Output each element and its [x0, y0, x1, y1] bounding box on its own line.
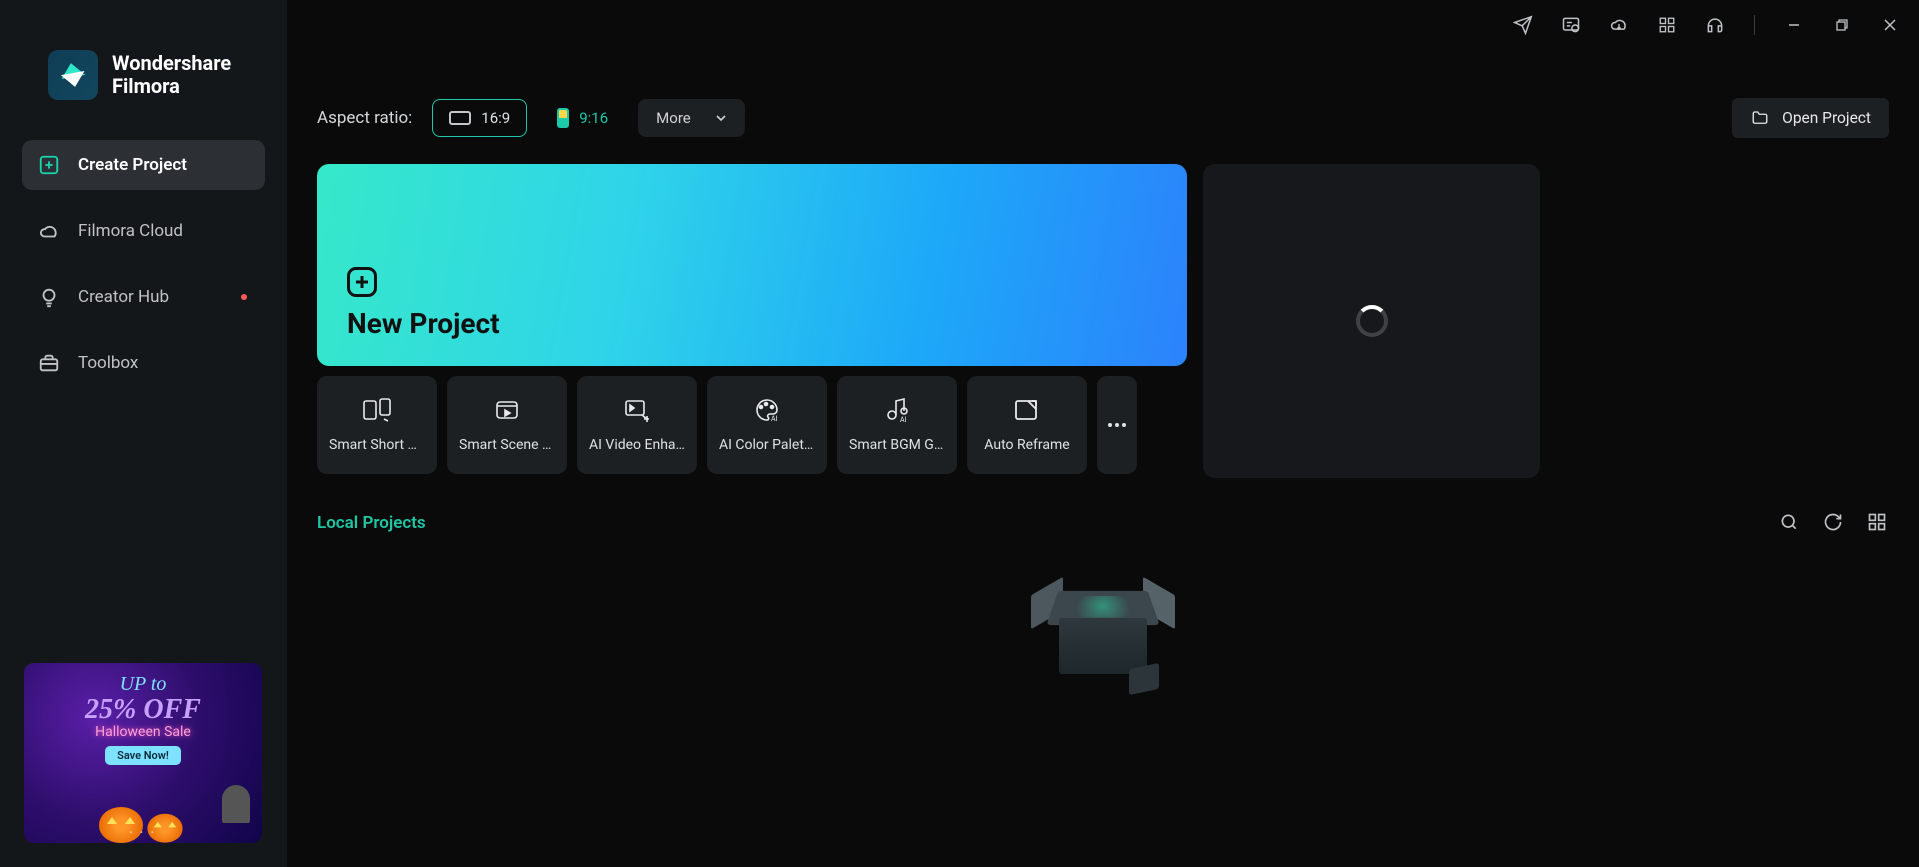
- promo-line3: Halloween Sale: [95, 724, 191, 740]
- app-logo: Wondershare Filmora: [0, 50, 287, 100]
- open-project-label: Open Project: [1782, 109, 1871, 127]
- local-projects-header: Local Projects: [317, 512, 1889, 534]
- scene-cut-icon: [492, 397, 522, 425]
- more-horizontal-icon: [1107, 422, 1127, 428]
- sidebar-item-label: Toolbox: [78, 353, 138, 373]
- folder-icon: [1750, 109, 1770, 127]
- window-minimize-button[interactable]: [1783, 14, 1805, 36]
- aspect-ratio-value: 9:16: [579, 109, 608, 127]
- tool-smart-short-clips[interactable]: Smart Short Cli...: [317, 376, 437, 474]
- lightbulb-icon: [38, 286, 60, 308]
- tool-label: Smart Scene Cut: [453, 437, 561, 453]
- promo-line1: UP to: [120, 673, 167, 696]
- search-icon[interactable]: [1779, 512, 1801, 534]
- color-palette-icon: AI: [752, 397, 782, 425]
- refresh-icon[interactable]: [1823, 512, 1845, 534]
- window-close-button[interactable]: [1879, 14, 1901, 36]
- tool-label: Smart Short Cli...: [323, 437, 431, 453]
- more-label: More: [656, 109, 691, 127]
- window-restore-button[interactable]: [1831, 14, 1853, 36]
- aspect-ratio-16-9-button[interactable]: 16:9: [432, 99, 527, 137]
- sidebar-item-label: Create Project: [78, 155, 187, 175]
- sidebar-item-create-project[interactable]: Create Project: [22, 140, 265, 190]
- sidebar-item-label: Filmora Cloud: [78, 221, 183, 241]
- titlebar: [1512, 14, 1901, 36]
- bgm-icon: AI: [882, 397, 912, 425]
- portrait-icon: [557, 108, 569, 128]
- loading-spinner-icon: [1356, 305, 1388, 337]
- landscape-icon: [449, 111, 471, 125]
- grid-view-icon[interactable]: [1867, 512, 1889, 534]
- aspect-ratio-label: Aspect ratio:: [317, 108, 412, 128]
- aspect-ratio-more-button[interactable]: More: [638, 99, 745, 137]
- tool-label: AI Video Enhan...: [583, 437, 691, 453]
- tool-label: AI Color Palette: [713, 437, 821, 453]
- short-clip-icon: [362, 397, 392, 425]
- open-project-button[interactable]: Open Project: [1732, 98, 1889, 138]
- reframe-icon: [1012, 397, 1042, 425]
- sidebar-item-label: Creator Hub: [78, 287, 169, 307]
- local-projects-title: Local Projects: [317, 513, 426, 533]
- video-enhance-icon: [622, 397, 652, 425]
- sidebar: Wondershare Filmora Create Project Filmo…: [0, 0, 287, 867]
- side-panel-loading: [1203, 164, 1540, 478]
- app-name-line2: Filmora: [112, 75, 231, 98]
- new-project-label: New Project: [347, 307, 1157, 340]
- apps-grid-icon[interactable]: [1656, 14, 1678, 36]
- cloud-download-icon[interactable]: [1608, 14, 1630, 36]
- tool-auto-reframe[interactable]: Auto Reframe: [967, 376, 1087, 474]
- sidebar-item-filmora-cloud[interactable]: Filmora Cloud: [22, 206, 265, 256]
- empty-state-graphic: [1043, 584, 1163, 694]
- promo-line2: 25% OFF: [85, 696, 201, 724]
- main-area: Aspect ratio: 16:9 9:16 More Open Projec…: [287, 0, 1919, 867]
- app-name-line1: Wondershare: [112, 52, 231, 75]
- tool-label: Auto Reframe: [973, 437, 1081, 453]
- top-row: Aspect ratio: 16:9 9:16 More Open Projec…: [317, 98, 1889, 138]
- aspect-ratio-9-16-button[interactable]: 9:16: [541, 99, 624, 137]
- sidebar-item-creator-hub[interactable]: Creator Hub: [22, 272, 265, 322]
- carousel-dots: • • •: [24, 828, 262, 837]
- promo-banner[interactable]: UP to 25% OFF Halloween Sale Save Now! •…: [24, 663, 262, 843]
- sidebar-item-toolbox[interactable]: Toolbox: [22, 338, 265, 388]
- plus-icon: [347, 267, 377, 297]
- tool-ai-color-palette[interactable]: AI AI Color Palette: [707, 376, 827, 474]
- chevron-down-icon: [715, 112, 727, 124]
- sidebar-nav: Create Project Filmora Cloud Creator Hub…: [0, 140, 287, 388]
- tool-ai-video-enhancer[interactable]: AI Video Enhan...: [577, 376, 697, 474]
- headset-icon[interactable]: [1704, 14, 1726, 36]
- tool-smart-bgm[interactable]: AI Smart BGM Ge...: [837, 376, 957, 474]
- tools-row: Smart Short Cli... Smart Scene Cut AI Vi…: [317, 376, 1187, 474]
- toolbox-icon: [38, 352, 60, 374]
- svg-text:AI: AI: [771, 415, 778, 423]
- app-logo-mark: [48, 50, 98, 100]
- tool-label: Smart BGM Ge...: [843, 437, 951, 453]
- aspect-ratio-value: 16:9: [481, 109, 510, 127]
- cloud-icon: [38, 220, 60, 242]
- svg-text:AI: AI: [900, 416, 907, 423]
- plus-square-icon: [38, 154, 60, 176]
- hero-row: New Project Smart Short Cli... Smart Sce…: [317, 164, 1889, 478]
- titlebar-separator: [1754, 15, 1755, 35]
- tools-more-button[interactable]: [1097, 376, 1137, 474]
- send-icon[interactable]: [1512, 14, 1534, 36]
- app-logo-text: Wondershare Filmora: [112, 52, 231, 98]
- tool-smart-scene-cut[interactable]: Smart Scene Cut: [447, 376, 567, 474]
- content: Aspect ratio: 16:9 9:16 More Open Projec…: [287, 0, 1919, 694]
- notification-dot: [241, 294, 247, 300]
- promo-save-button[interactable]: Save Now!: [105, 746, 181, 765]
- feedback-icon[interactable]: [1560, 14, 1582, 36]
- new-project-button[interactable]: New Project: [317, 164, 1187, 366]
